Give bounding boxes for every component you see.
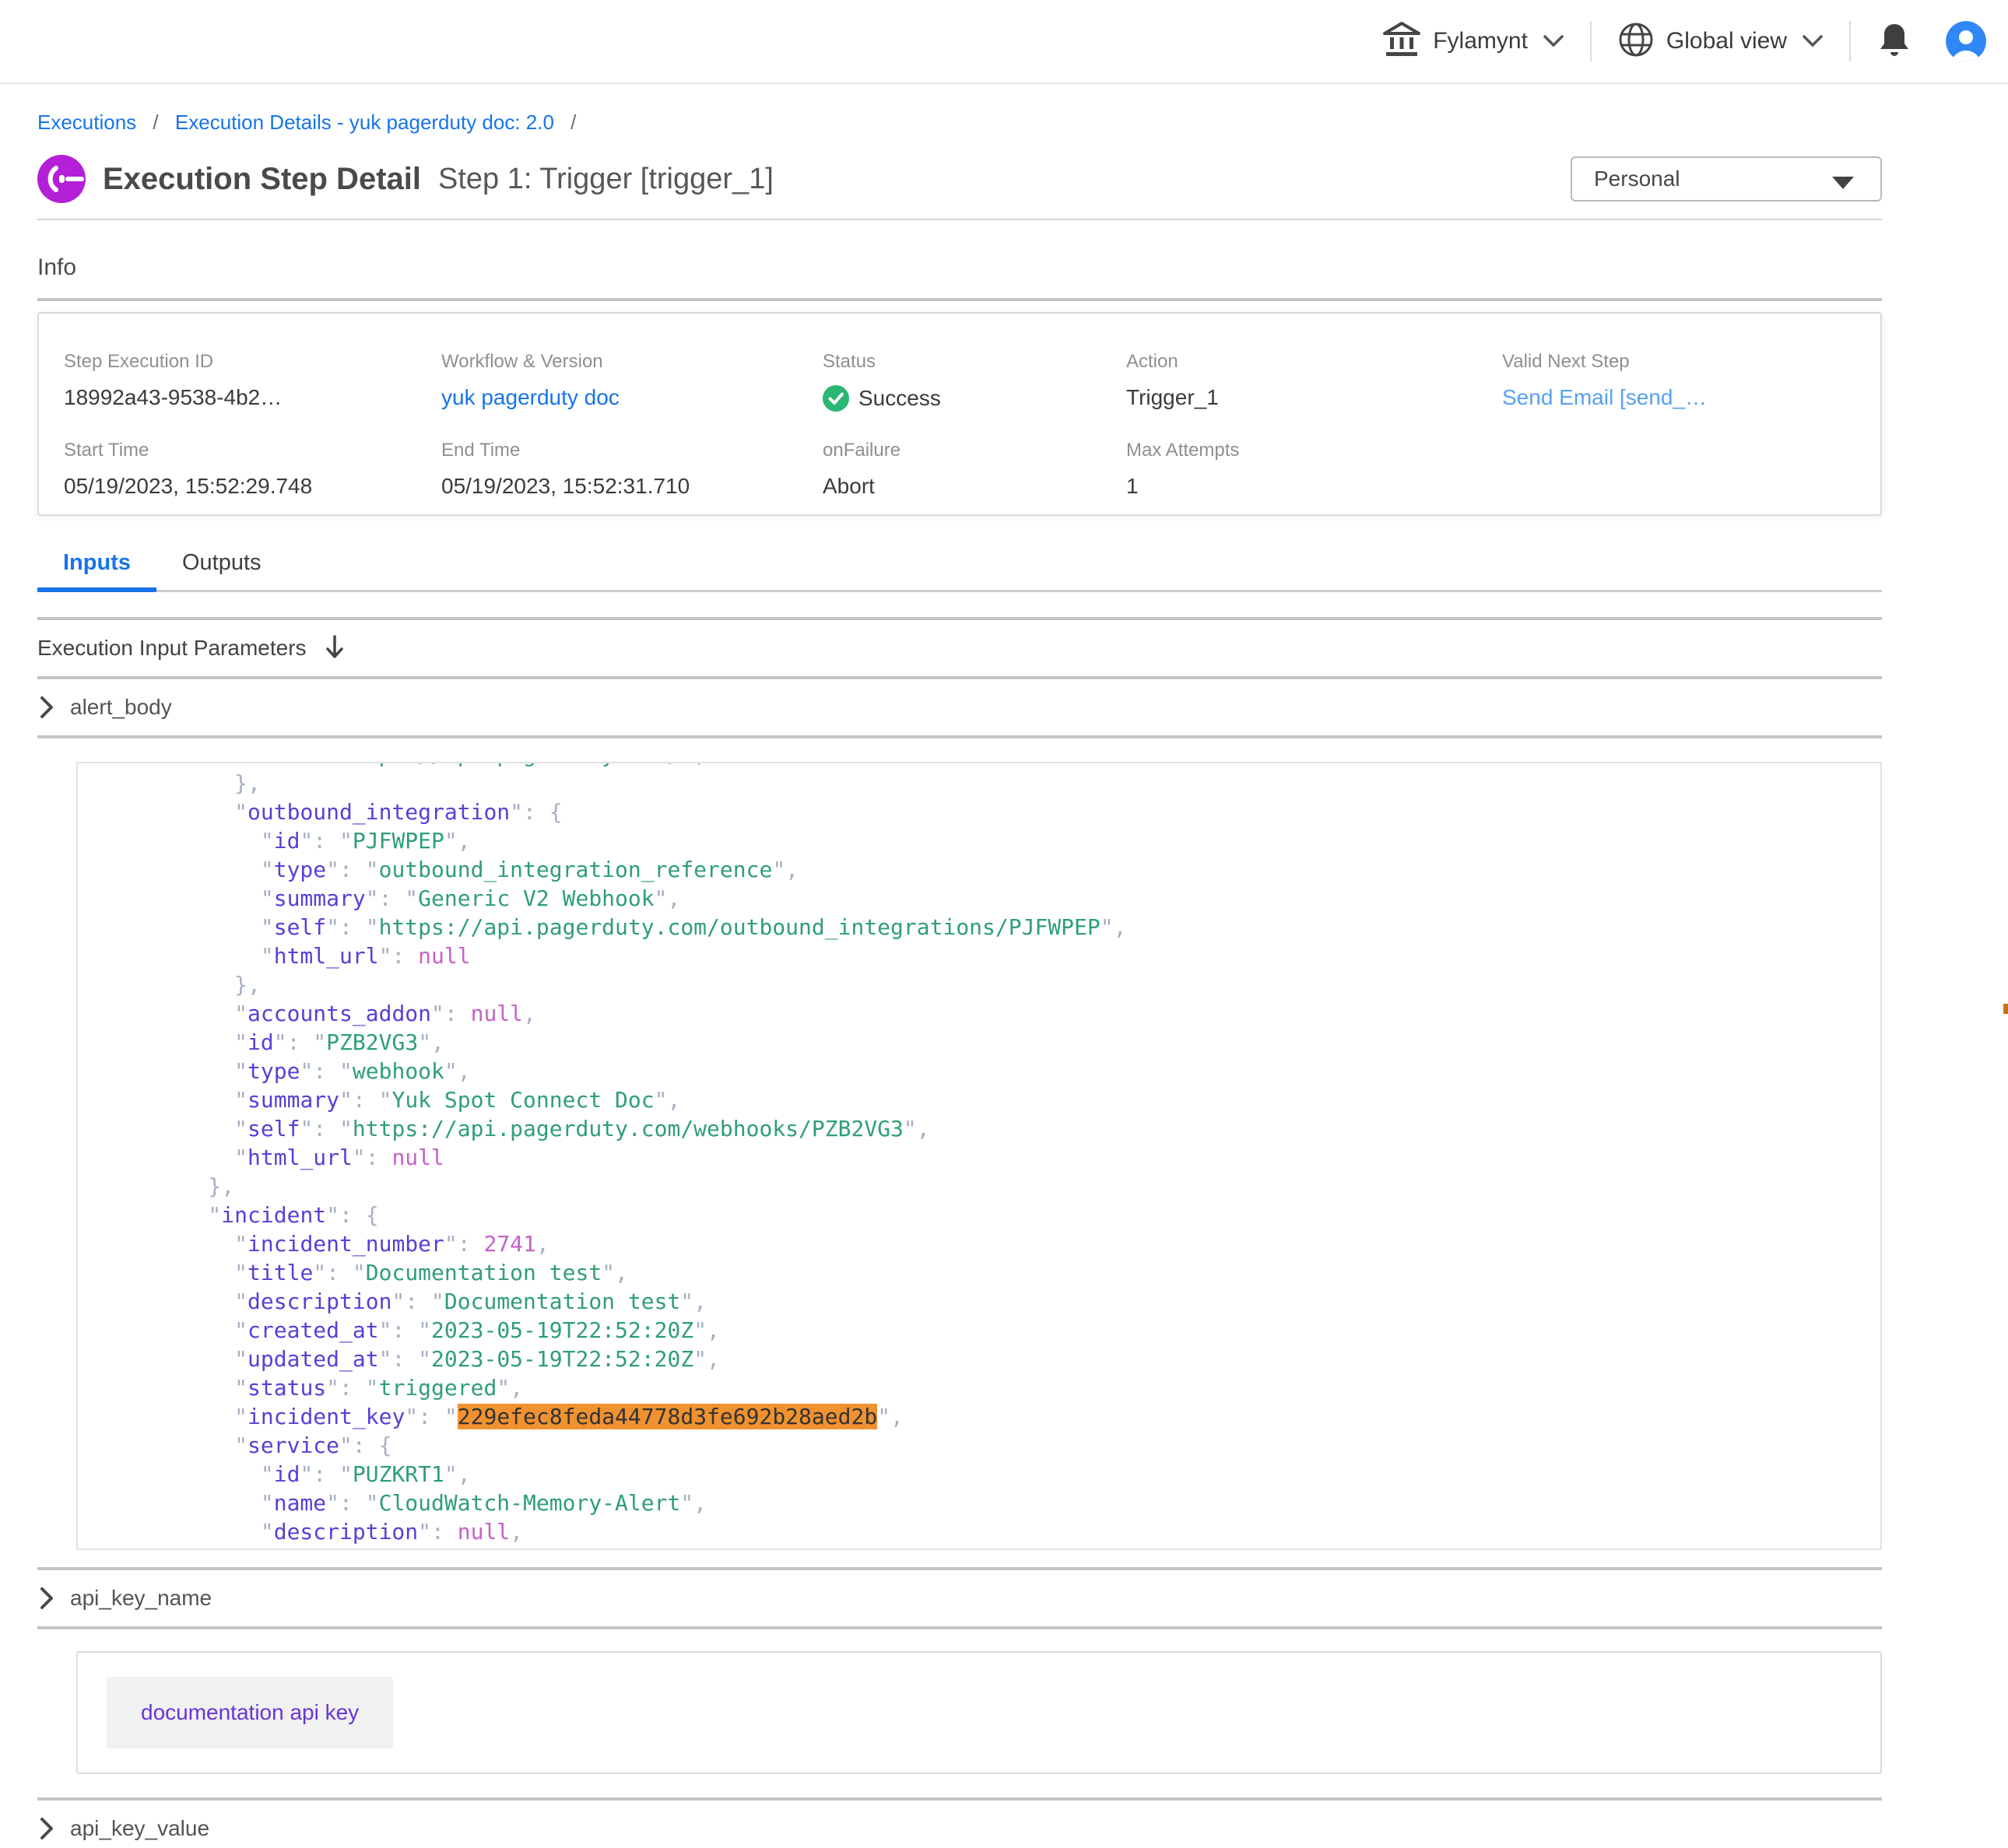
breadcrumb-execution-details-link[interactable]: Execution Details - yuk pagerduty doc: 2…: [175, 110, 554, 134]
section-divider: [37, 735, 1882, 738]
alert-body-json-viewer[interactable]: "url": "https://api.pagerduty.com/", }, …: [76, 762, 1882, 1550]
topbar-divider: [1590, 21, 1592, 61]
param-row-api-key-value[interactable]: api_key_value: [37, 1801, 1882, 1848]
tab-inputs[interactable]: Inputs: [37, 550, 156, 590]
field-onfailure: onFailure Abort: [823, 440, 1126, 499]
field-end-time: End Time 05/19/2023, 15:52:31.710: [441, 440, 823, 499]
section-divider: [37, 298, 1882, 301]
view-name: Global view: [1666, 28, 1787, 54]
scope-select[interactable]: Personal: [1571, 156, 1882, 202]
info-card: Step Execution ID 18992a43-9538-4b2… Wor…: [37, 312, 1882, 516]
field-workflow-version: Workflow & Version yuk pagerduty doc: [441, 351, 823, 412]
tab-bar: Inputs Outputs: [37, 550, 1882, 592]
org-name: Fylamynt: [1433, 28, 1528, 54]
section-title: Execution Input Parameters: [37, 636, 307, 661]
info-heading: Info: [37, 254, 1882, 281]
org-switcher[interactable]: Fylamynt: [1383, 22, 1564, 61]
person-icon: [1946, 21, 1986, 61]
view-switcher[interactable]: Global view: [1618, 22, 1823, 61]
page-title: Execution Step Detail: [103, 162, 421, 197]
top-bar: Fylamynt Global view: [0, 0, 2008, 84]
page-subtitle: Step 1: Trigger [trigger_1]: [438, 163, 774, 196]
field-max-attempts: Max Attempts 1: [1126, 440, 1502, 499]
breadcrumb-separator: /: [570, 110, 576, 134]
param-label: alert_body: [70, 695, 172, 720]
scope-select-value: Personal: [1594, 167, 1680, 191]
param-row-alert-body[interactable]: alert_body: [37, 679, 1882, 735]
topbar-divider: [1849, 21, 1851, 61]
header-divider: [37, 219, 1882, 220]
bell-icon: [1877, 21, 1911, 58]
tab-outputs[interactable]: Outputs: [156, 550, 287, 590]
success-check-icon: [823, 385, 849, 412]
breadcrumb: Executions / Execution Details - yuk pag…: [37, 84, 1882, 135]
user-avatar[interactable]: [1946, 21, 1986, 61]
field-status: Status Success: [823, 351, 1126, 412]
field-start-time: Start Time 05/19/2023, 15:52:29.748: [64, 440, 441, 499]
page-header: Execution Step Detail Step 1: Trigger [t…: [37, 155, 1882, 203]
scrollbar-find-marker: [2003, 1004, 2008, 1014]
chevron-down-icon: [1543, 35, 1564, 47]
field-action: Action Trigger_1: [1126, 351, 1502, 412]
next-step-link[interactable]: Send Email [send_…: [1502, 385, 1707, 409]
param-row-api-key-name[interactable]: api_key_name: [37, 1570, 1882, 1626]
breadcrumb-executions-link[interactable]: Executions: [37, 110, 136, 134]
bank-icon: [1383, 22, 1420, 61]
globe-icon: [1618, 22, 1654, 61]
field-step-execution-id: Step Execution ID 18992a43-9538-4b2…: [64, 351, 441, 412]
notifications-button[interactable]: [1877, 21, 1911, 62]
chevron-down-icon: [1803, 35, 1823, 47]
chevron-right-icon: [37, 1816, 56, 1841]
section-divider: [37, 1626, 1882, 1629]
code-pre: "url": "https://api.pagerduty.com/", }, …: [78, 762, 1880, 1550]
main-content: Executions / Execution Details - yuk pag…: [37, 84, 1882, 1848]
download-arrow-icon[interactable]: [324, 635, 346, 661]
status-text: Success: [858, 386, 941, 411]
param-label: api_key_value: [70, 1816, 209, 1841]
chevron-right-icon: [37, 1586, 56, 1611]
execution-input-parameters-header: Execution Input Parameters: [37, 620, 1882, 676]
api-key-name-value-box: documentation api key: [76, 1651, 1882, 1774]
chevron-right-icon: [37, 695, 56, 720]
workflow-logo-icon: [37, 155, 86, 203]
api-key-name-chip: documentation api key: [107, 1677, 393, 1748]
param-label: api_key_name: [70, 1586, 212, 1611]
field-valid-next-step: Valid Next Step Send Email [send_…: [1502, 351, 1855, 412]
breadcrumb-separator: /: [153, 110, 158, 134]
workflow-link[interactable]: yuk pagerduty doc: [441, 385, 620, 409]
